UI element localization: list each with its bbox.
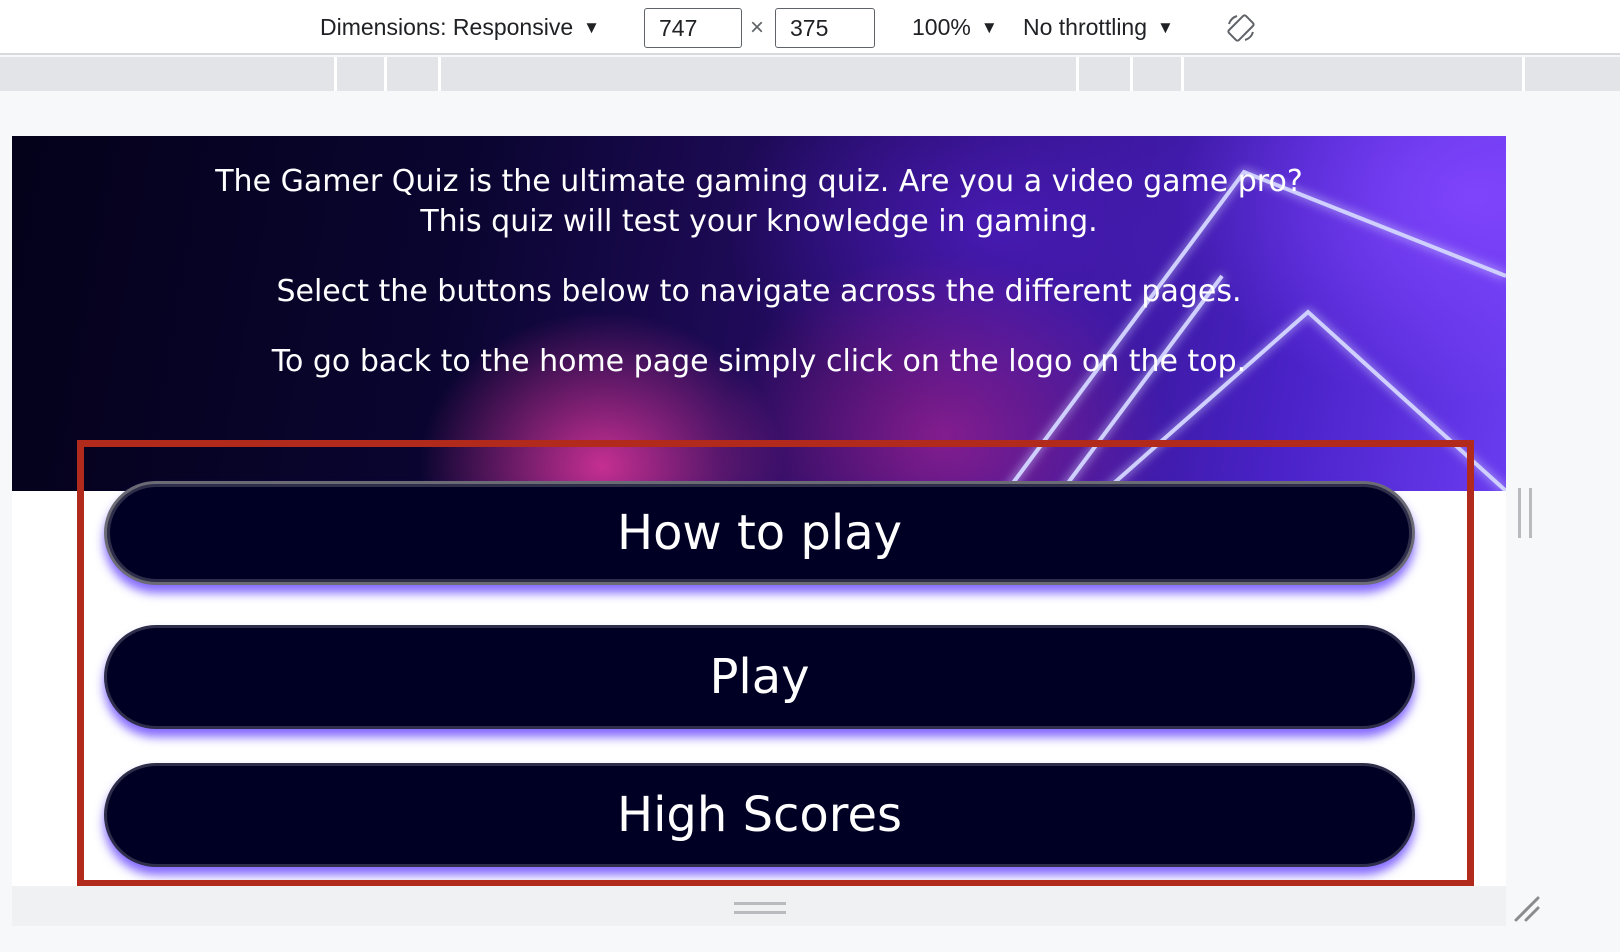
height-input[interactable]: 375 bbox=[775, 8, 875, 48]
times-symbol: × bbox=[750, 13, 765, 41]
ruler-divider bbox=[384, 57, 387, 91]
ruler-divider bbox=[1076, 57, 1079, 91]
side-resize-handle[interactable] bbox=[1518, 488, 1532, 538]
emulated-viewport: The Gamer Quiz is the ultimate gaming qu… bbox=[12, 136, 1506, 886]
nav-hint-text: Select the buttons below to navigate acr… bbox=[276, 274, 1242, 309]
throttling-label: No throttling bbox=[1023, 14, 1148, 40]
resize-corner-icon[interactable] bbox=[1512, 894, 1542, 924]
zoom-label: 100% bbox=[912, 14, 971, 40]
intro-section: The Gamer Quiz is the ultimate gaming qu… bbox=[12, 162, 1506, 412]
ruler-divider bbox=[1181, 57, 1184, 91]
rotate-icon[interactable] bbox=[1225, 12, 1257, 44]
high-scores-button[interactable]: High Scores bbox=[104, 763, 1415, 867]
throttling-caret-icon: ▼ bbox=[1157, 17, 1174, 37]
zoom-caret-icon: ▼ bbox=[980, 17, 998, 37]
how-to-play-button[interactable]: How to play bbox=[104, 481, 1415, 585]
hero-banner: The Gamer Quiz is the ultimate gaming qu… bbox=[12, 136, 1506, 491]
home-hint-text: To go back to the home page simply click… bbox=[271, 344, 1247, 379]
intro-text: The Gamer Quiz is the ultimate gaming qu… bbox=[215, 164, 1303, 239]
ruler-divider bbox=[438, 57, 441, 91]
ruler-divider bbox=[1130, 57, 1133, 91]
device-toolbar: Dimensions: Responsive ▼ 747 × 375 100% … bbox=[0, 0, 1620, 55]
dimensions-caret-icon: ▼ bbox=[583, 17, 600, 37]
zoom-dropdown[interactable]: 100% ▼ bbox=[912, 0, 998, 55]
play-button[interactable]: Play bbox=[104, 625, 1415, 729]
dimensions-label: Dimensions: Responsive bbox=[320, 14, 574, 40]
media-query-bar bbox=[0, 57, 1620, 91]
ruler-divider bbox=[334, 57, 337, 91]
throttling-dropdown[interactable]: No throttling ▼ bbox=[1023, 0, 1174, 55]
bottom-resize-handle[interactable] bbox=[734, 902, 786, 914]
dimensions-dropdown[interactable]: Dimensions: Responsive ▼ bbox=[320, 0, 600, 55]
width-input[interactable]: 747 bbox=[644, 8, 742, 48]
ruler-divider bbox=[1522, 57, 1525, 91]
